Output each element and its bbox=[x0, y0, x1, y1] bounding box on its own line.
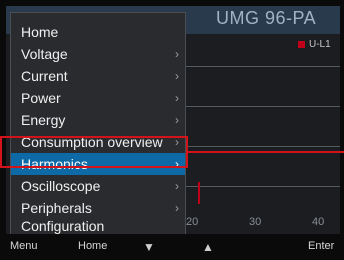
menu-item-label: Oscilloscope bbox=[21, 178, 101, 194]
menu-item-power[interactable]: Power › bbox=[11, 87, 185, 109]
harmonic-bar bbox=[198, 182, 200, 204]
menu-softkey[interactable]: Menu bbox=[10, 240, 38, 252]
chart-legend: U-L1 bbox=[298, 39, 331, 50]
grid-line bbox=[182, 146, 340, 147]
menu-item-configuration[interactable]: Configuration bbox=[11, 215, 185, 234]
down-arrow-icon[interactable]: ▼ bbox=[143, 240, 155, 254]
menu-item-label: Home bbox=[21, 24, 59, 40]
main-menu: Home Voltage › Current › Power › Energy … bbox=[10, 12, 186, 234]
grid-line bbox=[182, 66, 340, 67]
axis-tick-label: 40 bbox=[312, 216, 325, 228]
menu-item-oscilloscope[interactable]: Oscilloscope › bbox=[11, 175, 185, 197]
legend-label: U-L1 bbox=[309, 39, 331, 50]
chevron-right-icon: › bbox=[175, 47, 179, 61]
callout-line bbox=[188, 151, 344, 153]
menu-item-label: Configuration bbox=[21, 218, 105, 234]
enter-softkey[interactable]: Enter bbox=[308, 240, 334, 252]
menu-item-energy[interactable]: Energy › bbox=[11, 109, 185, 131]
chevron-right-icon: › bbox=[175, 91, 179, 105]
menu-item-home[interactable]: Home bbox=[11, 21, 185, 43]
menu-item-label: Power bbox=[21, 90, 61, 106]
softkey-bar: Menu Home ▼ ▲ Enter bbox=[0, 234, 344, 260]
device-title: UMG 96-PA bbox=[216, 8, 317, 28]
menu-item-label: Current bbox=[21, 68, 68, 84]
grid-line bbox=[182, 186, 340, 187]
legend-swatch bbox=[298, 40, 305, 48]
menu-item-label: Energy bbox=[21, 112, 66, 128]
axis-tick-label: 20 bbox=[186, 216, 199, 228]
home-softkey[interactable]: Home bbox=[78, 240, 107, 252]
harmonics-highlight-box bbox=[0, 136, 188, 168]
chevron-right-icon: › bbox=[175, 179, 179, 193]
menu-item-current[interactable]: Current › bbox=[11, 65, 185, 87]
menu-item-voltage[interactable]: Voltage › bbox=[11, 43, 185, 65]
grid-line bbox=[182, 106, 340, 107]
chevron-right-icon: › bbox=[175, 113, 179, 127]
chevron-right-icon: › bbox=[175, 69, 179, 83]
screen: UMG 96-PA U-L1 20 30 40 Home Voltage › C… bbox=[6, 6, 340, 234]
axis-tick-label: 30 bbox=[249, 216, 262, 228]
device-display: UMG 96-PA U-L1 20 30 40 Home Voltage › C… bbox=[0, 0, 344, 260]
up-arrow-icon[interactable]: ▲ bbox=[202, 240, 214, 254]
menu-item-label: Voltage bbox=[21, 46, 68, 62]
